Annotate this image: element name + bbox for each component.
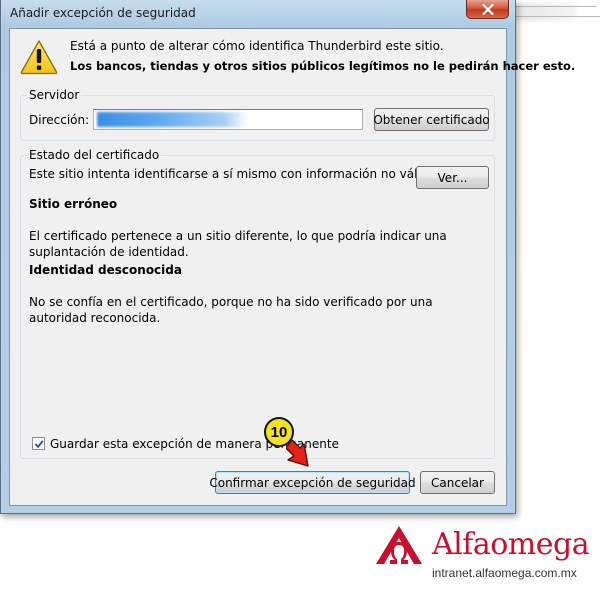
certificate-intro-text: Este sitio intenta identificarse a sí mi… (29, 167, 440, 181)
unknown-identity-text: No se confía en el certificado, porque n… (29, 295, 433, 325)
warning-emphasis-text: Los bancos, tiendas y otros sitios públi… (70, 59, 576, 73)
address-label: Dirección: (29, 113, 90, 127)
security-exception-dialog: Añadir excepción de seguridad Está a pun… (0, 0, 575, 514)
check-icon (34, 439, 44, 448)
unknown-identity-heading: Identidad desconocida (29, 263, 182, 277)
alfaomega-logo-icon (376, 526, 422, 564)
wrong-site-heading: Sitio erróneo (29, 197, 118, 211)
cancel-button[interactable]: Cancelar (420, 471, 495, 494)
confirm-exception-button[interactable]: Confirmar excepción de seguridad (209, 471, 416, 494)
certificate-status-title: Estado del certificado (27, 148, 162, 162)
title-bar[interactable]: Añadir excepción de seguridad (1, 0, 515, 28)
dialog-body: Está a punto de alterar cómo identifica … (9, 28, 575, 506)
dialog-title: Añadir excepción de seguridad (10, 6, 196, 20)
address-input[interactable] (93, 109, 363, 130)
warning-text: Está a punto de alterar cómo identifica … (70, 39, 444, 53)
server-group-title: Servidor (27, 88, 82, 102)
background-app-fragment (516, 0, 600, 28)
certificate-status-group: Estado del certificado Este sitio intent… (20, 148, 495, 459)
brand-name: Alfaomega (432, 527, 590, 562)
get-certificate-button[interactable]: Obtener certificado (373, 108, 490, 131)
permanent-checkbox[interactable] (32, 437, 45, 450)
address-selection (97, 112, 247, 127)
view-button[interactable]: Ver... (416, 166, 489, 189)
warning-icon (20, 40, 58, 75)
arrow-pointer-icon (286, 439, 309, 467)
brand-url: intranet.alfaomega.com.mx (432, 566, 577, 580)
close-icon (481, 3, 494, 15)
wrong-site-text: El certificado pertenece a un sitio dife… (29, 229, 447, 259)
close-button[interactable] (466, 0, 509, 19)
server-group: Servidor Dirección: Obtener certificado (20, 88, 495, 141)
